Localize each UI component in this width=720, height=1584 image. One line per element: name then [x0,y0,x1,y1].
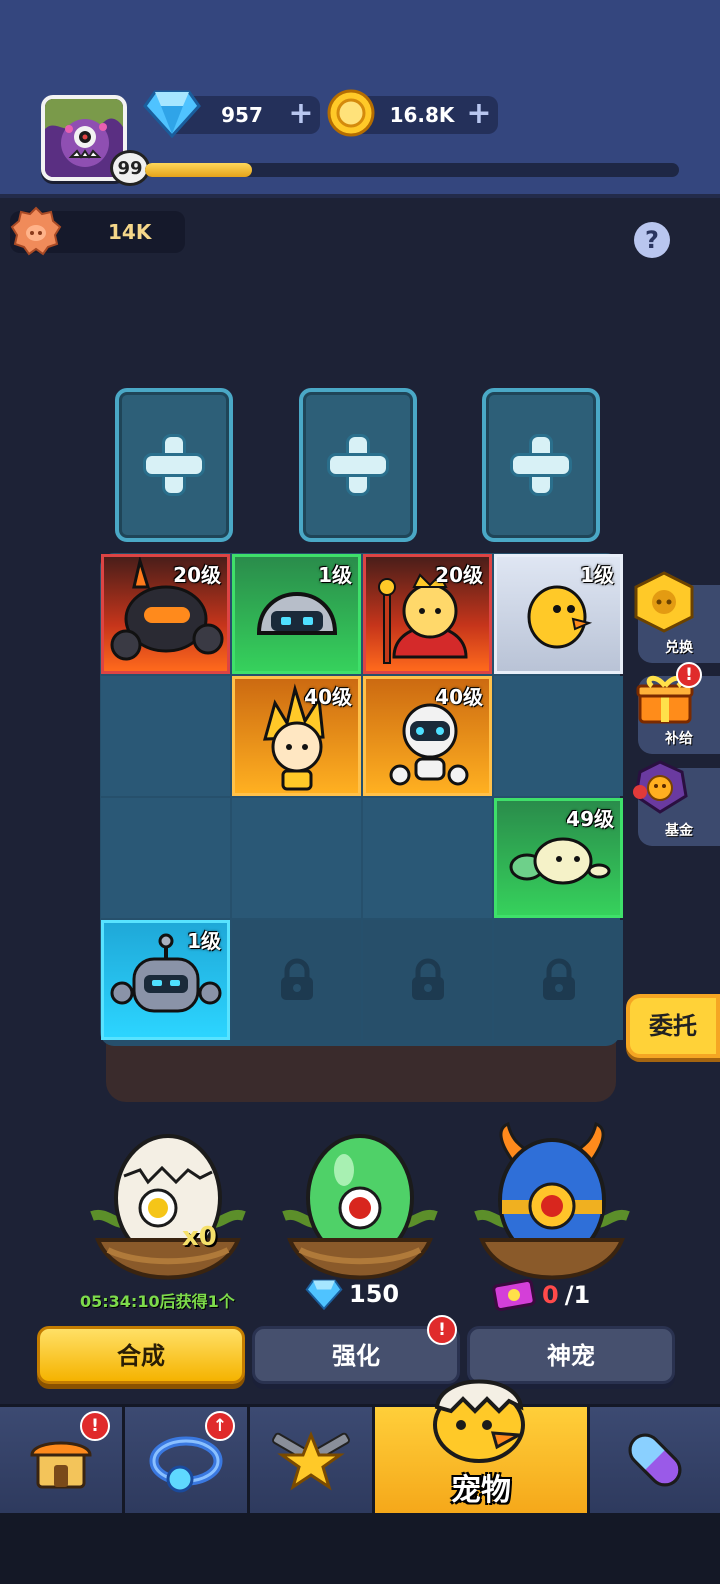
empty-grid-cell[interactable] [494,676,623,796]
mythic-egg[interactable] [462,1120,642,1300]
pet-level-label: 40级 [435,685,483,709]
nav-home-tab[interactable]: ! [0,1407,122,1513]
nav-pets-label: 宠物 [451,1473,511,1508]
gem-icon [143,90,201,138]
exchange-button[interactable]: 兑换 [634,571,720,663]
gold-coin-icon [327,89,375,137]
enhance-label: 强化 [332,1342,380,1370]
bottom-nav: ! ↑ 宠物 [0,1379,720,1516]
chick-in-egg-icon [433,1379,525,1463]
help-button[interactable]: ? [634,222,670,258]
crossed-guns-star-icon [272,1430,350,1491]
pig-coin-icon [10,206,62,256]
rare-egg-price: 150 [305,1278,399,1310]
entrust-button[interactable]: 委托 [626,994,720,1058]
rare-egg[interactable] [270,1120,450,1300]
mythic-ticket-icon [492,1279,536,1311]
pet-grid-cell[interactable]: 1级 [101,920,230,1040]
enhance-alert-badge: ! [427,1315,457,1345]
nav-capsule-tab[interactable] [590,1407,720,1513]
home-alert-badge: ! [80,1411,110,1441]
pet-grid: 20级 1级 20级 1级 40级 40级 49级 1级 [100,553,623,1046]
egg-timer: 05:34:10后获得1个 [80,1292,235,1311]
pet-grid-cell[interactable]: 1级 [232,554,361,674]
nav-ring-tab[interactable]: ↑ [125,1407,247,1513]
xp-progress-fill [145,163,252,177]
pig-coin-amount: 14K [108,220,152,244]
player-level-badge: 99 [110,150,150,186]
basic-egg-count: x0 [182,1222,217,1252]
nav-battle-tab[interactable] [250,1407,372,1513]
lock-icon [542,958,575,1000]
green-egg-icon [282,1134,438,1280]
pig-coin-counter: 14K [10,206,185,256]
grid-base [106,1040,616,1102]
pet-grid-cell[interactable]: 40级 [232,676,361,796]
mythic-ticket-owned: 0 [542,1281,559,1309]
plus-icon [330,437,386,493]
xp-progress-bar [145,163,679,177]
pet-slot-2[interactable] [299,388,417,542]
basic-egg[interactable]: x0 [78,1120,258,1300]
empty-grid-cell[interactable] [101,798,230,918]
supply-alert-badge: ! [676,662,702,688]
hex-coin-icon [634,571,694,633]
exchange-label: 兑换 [665,640,693,656]
fund-purse-icon [633,760,688,814]
lock-icon [411,958,444,1000]
add-gems-button[interactable]: + [288,99,314,129]
supply-label: 补给 [665,731,693,747]
plus-icon [513,437,569,493]
mythic-egg-cost: 0 /1 [492,1278,590,1312]
pet-grid-cell[interactable]: 20级 [101,554,230,674]
fund-label: 基金 [665,823,693,839]
nav-pets-tab[interactable]: 宠物 [375,1379,587,1513]
empty-grid-cell[interactable] [101,676,230,796]
pet-level-label: 1级 [580,563,614,587]
pet-level-label: 49级 [566,807,614,831]
mythic-ticket-required: /1 [564,1281,591,1309]
pet-level-label: 40级 [304,685,352,709]
plus-icon [146,437,202,493]
pet-slot-3[interactable] [482,388,600,542]
pet-grid-cell[interactable]: 1级 [494,554,623,674]
top-header: 99 957 + 16.8K + [0,0,720,198]
supply-button[interactable]: ! 补给 [636,662,720,754]
blue-horned-egg-icon [474,1121,630,1280]
pet-grid-cell[interactable]: 20级 [363,554,492,674]
locked-grid-cell [232,920,361,1040]
add-gold-button[interactable]: + [466,99,492,129]
locked-grid-cell [494,920,623,1040]
capsule-icon [628,1433,682,1487]
lock-icon [280,958,313,1000]
pet-level-label: 1级 [318,563,352,587]
pet-level-label: 20级 [173,563,221,587]
empty-grid-cell[interactable] [232,798,361,918]
pet-slot-1[interactable] [115,388,233,542]
pet-level-label: 20级 [435,563,483,587]
rare-egg-price-value: 150 [349,1280,400,1308]
pet-grid-cell[interactable]: 40级 [363,676,492,796]
ring-upgrade-badge: ↑ [205,1411,235,1441]
fund-button[interactable]: 基金 [633,760,720,846]
empty-grid-cell[interactable] [363,798,492,918]
pet-grid-cell[interactable]: 49级 [494,798,623,918]
gem-icon [305,1279,343,1310]
merge-button[interactable]: 合成 [37,1326,245,1384]
system-gesture-area [0,1516,720,1584]
pet-level-label: 1级 [187,929,221,953]
white-egg-icon [90,1134,246,1280]
locked-grid-cell [363,920,492,1040]
